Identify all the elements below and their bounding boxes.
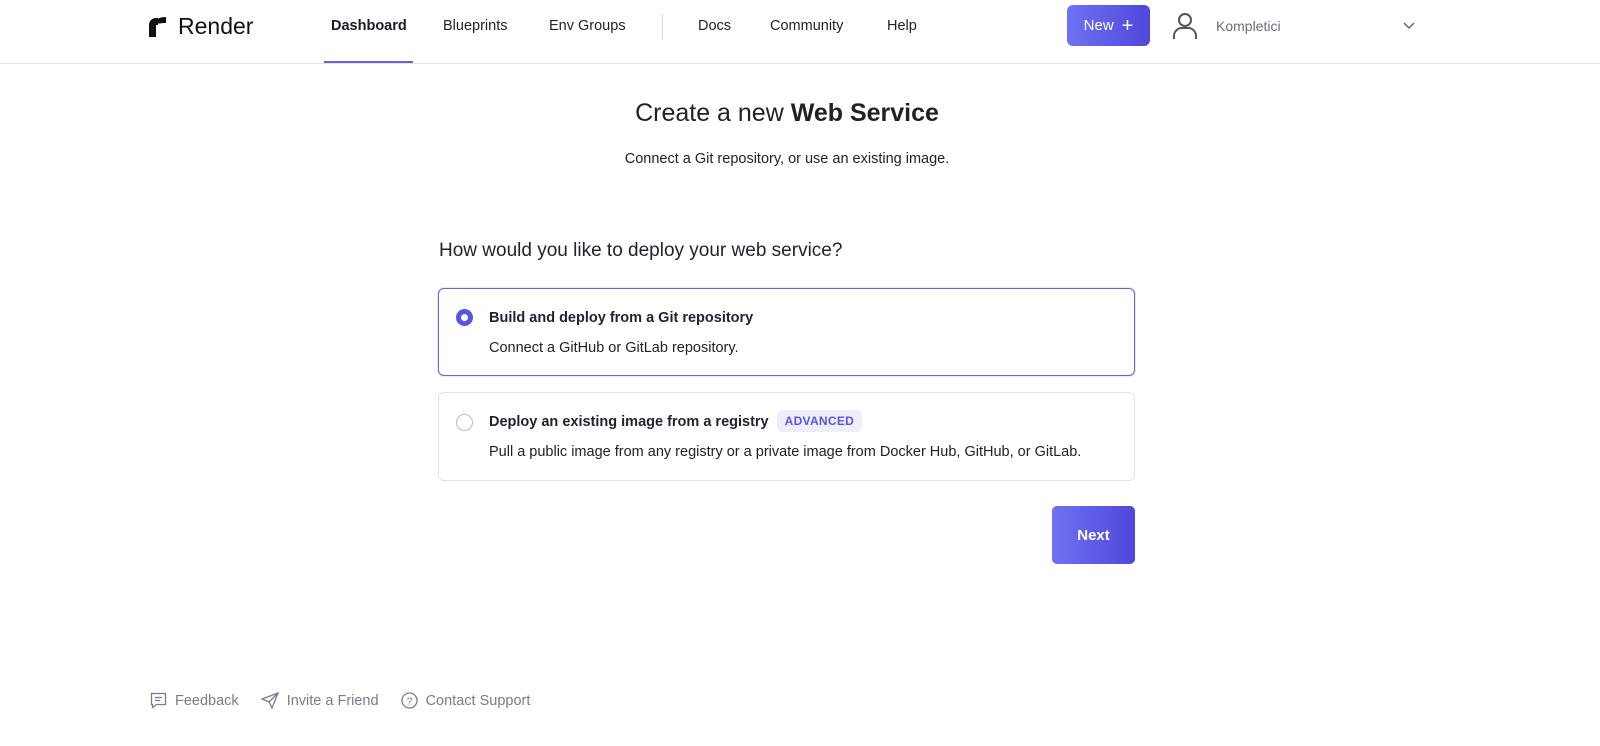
radio-unselected[interactable] bbox=[456, 414, 473, 431]
footer-links: Feedback Invite a Friend ? Contact Suppo… bbox=[150, 692, 530, 709]
deploy-question: How would you like to deploy your web se… bbox=[439, 240, 843, 261]
account-menu[interactable]: Kompletici bbox=[1172, 12, 1281, 40]
title-prefix: Create a new bbox=[635, 99, 791, 127]
user-name: Kompletici bbox=[1216, 18, 1281, 34]
advanced-badge: ADVANCED bbox=[776, 410, 863, 432]
feedback-icon bbox=[150, 692, 167, 709]
active-tab-indicator bbox=[324, 61, 413, 63]
nav-env-groups[interactable]: Env Groups bbox=[549, 18, 626, 34]
svg-text:?: ? bbox=[406, 697, 412, 708]
page-title: Create a new Web Service bbox=[0, 99, 1574, 128]
help-circle-icon: ? bbox=[400, 692, 418, 709]
option-description: Pull a public image from any registry or… bbox=[489, 444, 1082, 460]
next-button[interactable]: Next bbox=[1052, 506, 1135, 564]
nav-docs[interactable]: Docs bbox=[698, 18, 731, 34]
render-logo-icon bbox=[149, 16, 166, 37]
new-button-label: New bbox=[1083, 17, 1114, 34]
contact-support-link[interactable]: ? Contact Support bbox=[400, 692, 531, 709]
feedback-link[interactable]: Feedback bbox=[150, 692, 239, 709]
option-description: Connect a GitHub or GitLab repository. bbox=[489, 340, 739, 356]
plus-icon: + bbox=[1121, 14, 1134, 37]
send-icon bbox=[260, 692, 279, 709]
new-button[interactable]: New + bbox=[1067, 5, 1150, 46]
option-existing-image[interactable]: Deploy an existing image from a registry… bbox=[438, 392, 1135, 481]
chevron-down-icon[interactable] bbox=[1402, 18, 1416, 32]
nav-community[interactable]: Community bbox=[770, 18, 843, 34]
user-icon bbox=[1173, 13, 1197, 39]
logo-text: Render bbox=[178, 13, 254, 39]
option-git-repository[interactable]: Build and deploy from a Git repository C… bbox=[438, 288, 1135, 376]
feedback-label: Feedback bbox=[175, 692, 239, 709]
nav-dashboard[interactable]: Dashboard bbox=[331, 18, 407, 34]
page-subtitle: Connect a Git repository, or use an exis… bbox=[624, 151, 950, 167]
option-title: Deploy an existing image from a registry bbox=[489, 414, 769, 430]
render-logo[interactable]: Render bbox=[148, 13, 253, 40]
invite-friend-link[interactable]: Invite a Friend bbox=[260, 692, 379, 709]
nav-divider bbox=[662, 14, 663, 40]
nav-help[interactable]: Help bbox=[887, 18, 917, 34]
contact-support-label: Contact Support bbox=[425, 692, 531, 709]
option-title: Build and deploy from a Git repository bbox=[489, 310, 754, 326]
title-bold: Web Service bbox=[790, 99, 939, 127]
nav-blueprints[interactable]: Blueprints bbox=[443, 18, 507, 34]
radio-selected[interactable] bbox=[456, 309, 473, 326]
top-nav-bar: Render Dashboard Blueprints Env Groups D… bbox=[0, 0, 1600, 64]
invite-friend-label: Invite a Friend bbox=[286, 692, 379, 709]
